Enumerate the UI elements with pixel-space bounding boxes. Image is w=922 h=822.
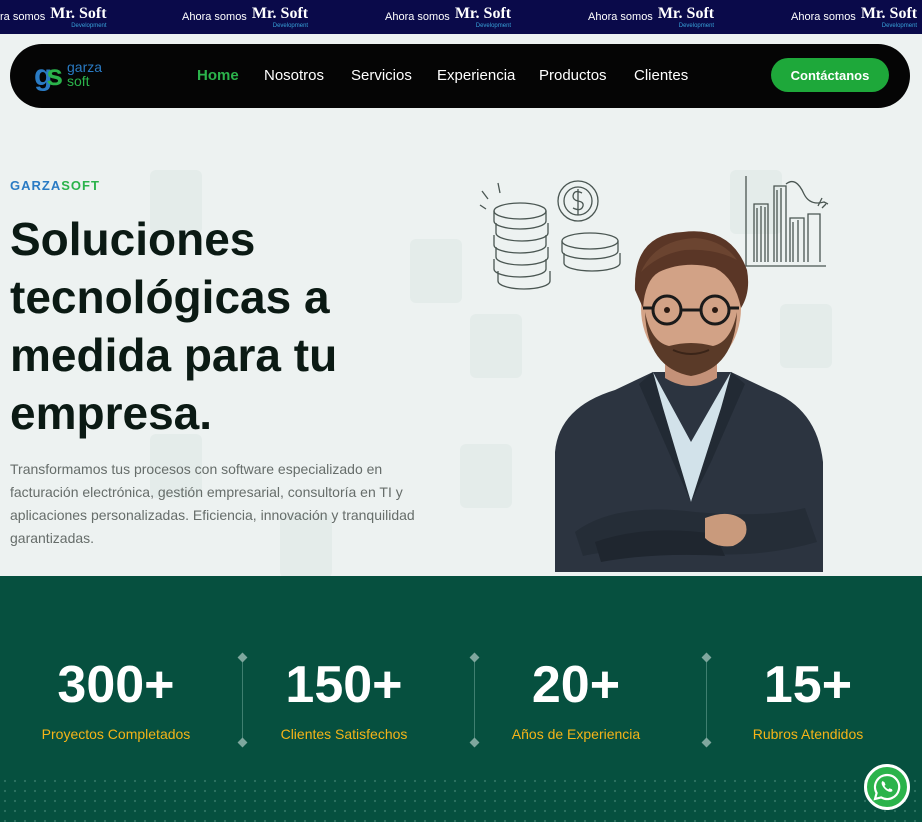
ticker-item: Ahora somos Mr. Soft Development (791, 0, 917, 34)
ticker-sub: Development (475, 22, 512, 29)
hero-headline: Soluciones tecnológicas a medida para tu… (10, 213, 338, 439)
stats-section: 300+ Proyectos Completados 150+ Clientes… (0, 576, 922, 822)
stat-years: 20+ Años de Experiencia (460, 654, 692, 742)
ticker-brand: Mr. Soft (860, 4, 918, 22)
ticker-prefix: Ahora somos (182, 11, 247, 23)
whatsapp-icon (873, 773, 901, 801)
ticker-prefix: Ahora somos (791, 11, 856, 23)
logo-mark-icon: gs (34, 59, 63, 92)
stat-clients: 150+ Clientes Satisfechos (228, 654, 460, 742)
stat-value: 15+ (763, 656, 853, 714)
mr-soft-logo: Mr. Soft Development (657, 4, 715, 29)
whatsapp-button[interactable] (864, 764, 910, 810)
contact-button[interactable]: Contáctanos (771, 58, 889, 92)
brand-part-soft: SOFT (61, 178, 100, 193)
stat-projects: 300+ Proyectos Completados (0, 654, 232, 742)
stat-label: Clientes Satisfechos (280, 726, 408, 742)
stat-label: Rubros Atendidos (752, 726, 864, 742)
ticker-prefix: ra somos (0, 11, 46, 23)
ticker-item: ra somos Mr. Soft Development (0, 0, 107, 34)
background-tile (460, 444, 512, 508)
businessman-photo (555, 231, 823, 572)
stat-value: 300+ (57, 656, 175, 714)
ticker-brand: Mr. Soft (251, 4, 309, 22)
ticker-brand: Mr. Soft (50, 4, 107, 22)
ticker-prefix: Ahora somos (385, 11, 450, 23)
hero-brand-label: GARZASOFT (10, 178, 100, 193)
stat-value: 150+ (285, 656, 403, 714)
nav-clientes[interactable]: Clientes (634, 66, 688, 86)
mr-soft-logo: Mr. Soft Development (454, 4, 512, 29)
ticker-item: Ahora somos Mr. Soft Development (385, 0, 511, 34)
logo-text-line1: garza (67, 59, 103, 75)
ticker-item: Ahora somos Mr. Soft Development (588, 0, 714, 34)
mr-soft-logo: Mr. Soft Development (860, 4, 918, 29)
ticker-sub: Development (881, 22, 918, 29)
ticker-brand: Mr. Soft (657, 4, 715, 22)
ticker-brand: Mr. Soft (454, 4, 512, 22)
nav-productos[interactable]: Productos (539, 66, 607, 86)
stat-label: Años de Experiencia (511, 726, 641, 742)
navbar: gs garza soft Home Nosotros Servicios Ex… (10, 44, 910, 108)
ticker-prefix: Ahora somos (588, 11, 653, 23)
background-tile (470, 314, 522, 378)
announcement-ticker: ra somos Mr. Soft Development Ahora somo… (0, 0, 922, 34)
ticker-sub: Development (272, 22, 309, 29)
hero-description: Transformamos tus procesos con software … (10, 461, 415, 546)
nav-servicios[interactable]: Servicios (351, 66, 412, 86)
ticker-sub: Development (678, 22, 715, 29)
brand-part-garza: GARZA (10, 178, 62, 193)
ticker-sub: Development (71, 22, 107, 29)
stat-label: Proyectos Completados (41, 726, 191, 742)
nav-experiencia[interactable]: Experiencia (437, 66, 515, 86)
ticker-item: Ahora somos Mr. Soft Development (182, 0, 308, 34)
stat-value: 20+ (531, 656, 621, 714)
mr-soft-logo: Mr. Soft Development (251, 4, 309, 29)
dot-pattern (0, 776, 922, 822)
garzasoft-logo[interactable]: gs garza soft (34, 58, 114, 94)
logo-text-line2: soft (67, 73, 90, 89)
nav-home[interactable]: Home (197, 66, 239, 86)
stat-industries: 15+ Rubros Atendidos (692, 654, 922, 742)
mr-soft-logo: Mr. Soft Development (50, 4, 107, 29)
nav-nosotros[interactable]: Nosotros (264, 66, 324, 86)
